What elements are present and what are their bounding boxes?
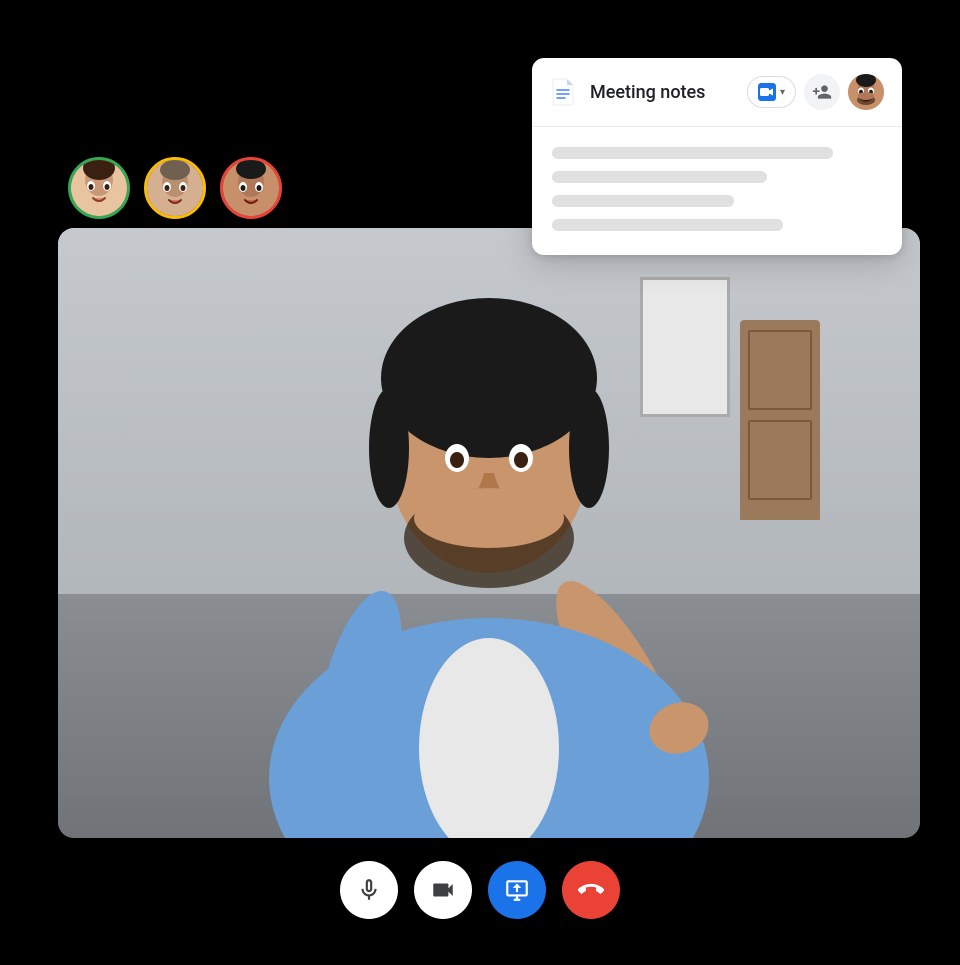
content-line-1 bbox=[552, 147, 833, 159]
header-actions: ▾ bbox=[747, 74, 884, 110]
hang-up-button[interactable] bbox=[562, 861, 620, 919]
panel-content bbox=[532, 127, 902, 255]
avatar-face-2 bbox=[147, 160, 203, 216]
meeting-notes-panel: Meeting notes ▾ bbox=[532, 58, 902, 255]
add-person-icon bbox=[812, 82, 832, 102]
video-call-button[interactable]: ▾ bbox=[747, 76, 796, 108]
video-icon bbox=[758, 83, 776, 101]
phone-icon bbox=[578, 877, 604, 903]
panel-title: Meeting notes bbox=[590, 82, 735, 103]
content-line-2 bbox=[552, 171, 767, 183]
participant-avatar-2 bbox=[144, 157, 206, 219]
chevron-down-icon: ▾ bbox=[780, 87, 785, 98]
mic-button[interactable] bbox=[340, 861, 398, 919]
panel-avatar-image bbox=[848, 74, 884, 110]
call-controls bbox=[340, 861, 620, 919]
participants-row bbox=[68, 157, 282, 219]
add-people-button[interactable] bbox=[804, 74, 840, 110]
participant-avatar-3 bbox=[220, 157, 282, 219]
avatar-face-3 bbox=[223, 160, 279, 216]
share-screen-icon bbox=[504, 877, 530, 903]
docs-icon bbox=[550, 78, 578, 106]
mic-icon bbox=[356, 877, 382, 903]
content-line-4 bbox=[552, 219, 783, 231]
person-figure bbox=[189, 258, 789, 838]
camera-button[interactable] bbox=[414, 861, 472, 919]
avatar-face-1 bbox=[71, 160, 127, 216]
participant-avatar-1 bbox=[68, 157, 130, 219]
camera-icon bbox=[430, 877, 456, 903]
panel-user-avatar bbox=[848, 74, 884, 110]
share-screen-button[interactable] bbox=[488, 861, 546, 919]
video-feed bbox=[58, 228, 920, 838]
content-line-3 bbox=[552, 195, 734, 207]
panel-header: Meeting notes ▾ bbox=[532, 58, 902, 127]
